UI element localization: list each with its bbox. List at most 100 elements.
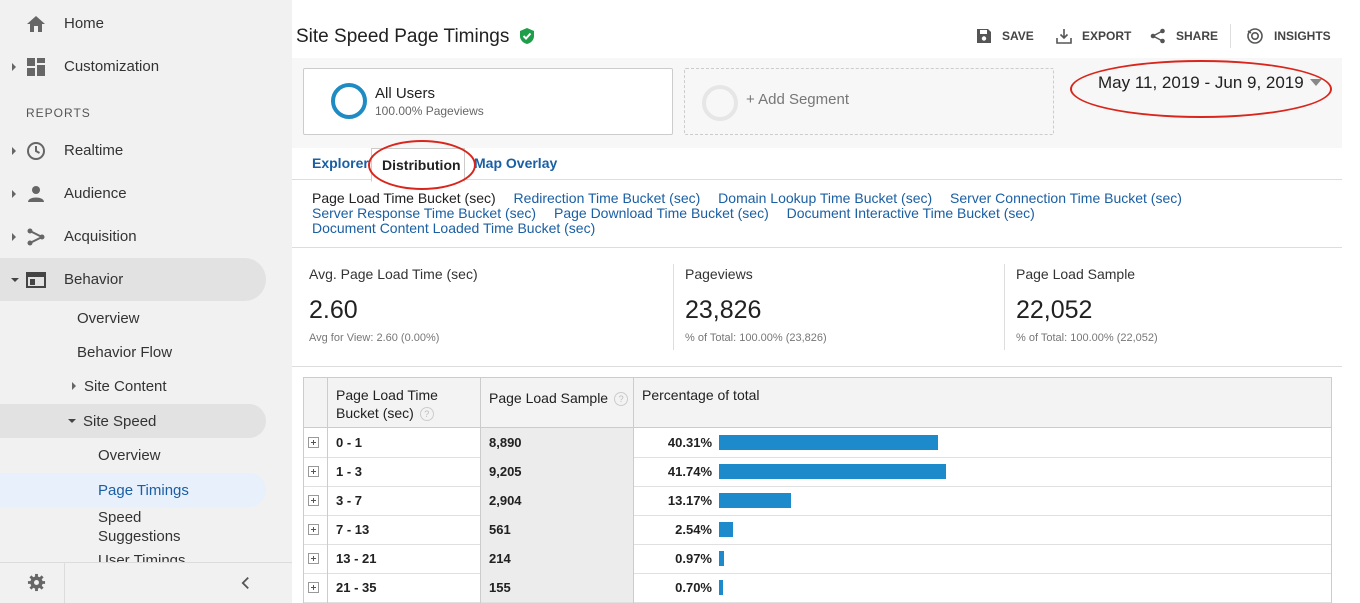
tab-explorer[interactable]: Explorer xyxy=(312,155,369,171)
main-content: Site Speed Page Timings SAVE EXPORT SHAR… xyxy=(292,0,1342,603)
col-header-sample-label: Page Load Sample xyxy=(489,390,609,406)
person-icon xyxy=(28,185,44,202)
cell-sample: 2,904 xyxy=(489,493,522,508)
metric-label: Avg. Page Load Time (sec) xyxy=(309,266,478,282)
export-label: EXPORT xyxy=(1082,29,1132,43)
help-icon[interactable]: ? xyxy=(419,407,434,422)
add-segment-ring-icon xyxy=(702,85,738,121)
gear-icon[interactable] xyxy=(27,573,46,592)
percentage-bar xyxy=(719,580,723,595)
expand-row-icon[interactable] xyxy=(308,582,319,593)
percentage-bar xyxy=(719,522,733,537)
add-segment-label: + Add Segment xyxy=(746,91,849,108)
metric-divider xyxy=(673,264,674,350)
share-button[interactable]: SHARE xyxy=(1150,26,1218,46)
nav-realtime[interactable]: Realtime xyxy=(0,129,292,172)
branch-icon xyxy=(27,228,45,245)
table-row: 13 - 21 214 0.97% xyxy=(304,544,1331,574)
bucket-page-load-time: Page Load Time Bucket (sec) xyxy=(312,190,496,206)
metric-subtext: % of Total: 100.00% (22,052) xyxy=(1016,332,1158,344)
bucket-link[interactable]: Document Content Loaded Time Bucket (sec… xyxy=(312,220,595,236)
insights-button[interactable]: INSIGHTS xyxy=(1246,26,1331,46)
tab-map-overlay[interactable]: Map Overlay xyxy=(474,155,557,171)
home-icon xyxy=(27,15,45,32)
sidebar: Home Customization REPORTS Realtime Audi… xyxy=(0,0,292,603)
expand-row-icon[interactable] xyxy=(308,524,319,535)
distribution-table: Page Load Time Bucket (sec)? Page Load S… xyxy=(303,377,1332,603)
reports-section-label: REPORTS xyxy=(26,106,91,120)
sidebar-footer xyxy=(0,562,292,603)
cell-bucket[interactable]: 1 - 3 xyxy=(336,464,362,479)
cell-percentage: 40.31% xyxy=(667,435,712,450)
caret-right-icon xyxy=(72,382,76,390)
save-button[interactable]: SAVE xyxy=(976,26,1034,46)
percentage-bar xyxy=(719,435,939,450)
chevron-left-icon[interactable] xyxy=(241,576,250,590)
bucket-link[interactable]: Server Connection Time Bucket (sec) xyxy=(950,190,1182,206)
percentage-bar xyxy=(719,493,791,508)
cell-bucket[interactable]: 21 - 35 xyxy=(336,580,376,595)
expand-row-icon[interactable] xyxy=(308,553,319,564)
cell-bucket[interactable]: 13 - 21 xyxy=(336,551,376,566)
col-divider xyxy=(327,378,328,603)
expand-row-icon[interactable] xyxy=(308,495,319,506)
segment-name: All Users xyxy=(375,85,436,102)
expand-row-icon[interactable] xyxy=(308,437,319,448)
metric-value: 23,826 xyxy=(685,296,762,324)
nav-behavior-overview[interactable]: Overview xyxy=(77,302,140,334)
window-icon xyxy=(26,271,46,288)
bucket-link[interactable]: Redirection Time Bucket (sec) xyxy=(514,190,701,206)
percentage-bar xyxy=(719,551,725,566)
verified-shield-icon xyxy=(520,28,534,44)
nav-site-content[interactable]: Site Content xyxy=(70,370,167,402)
bucket-link[interactable]: Document Interactive Time Bucket (sec) xyxy=(787,205,1035,221)
nav-behavior-flow[interactable]: Behavior Flow xyxy=(77,336,172,368)
nav-user-timings-partial[interactable]: User Timings xyxy=(98,552,186,562)
table-row: 0 - 1 8,890 40.31% xyxy=(304,428,1331,458)
cell-sample: 561 xyxy=(489,522,511,537)
nav-customization-label: Customization xyxy=(64,58,160,75)
cell-percentage: 2.54% xyxy=(675,522,712,537)
cell-sample: 155 xyxy=(489,580,511,595)
cell-percentage: 0.97% xyxy=(675,551,712,566)
bucket-link[interactable]: Server Response Time Bucket (sec) xyxy=(312,205,536,221)
col-header-bucket-line1: Page Load Time xyxy=(336,387,438,403)
nav-realtime-label: Realtime xyxy=(64,142,124,159)
nav-acquisition[interactable]: Acquisition xyxy=(0,215,292,258)
cell-bucket[interactable]: 7 - 13 xyxy=(336,522,369,537)
table-header: Page Load Time Bucket (sec)? Page Load S… xyxy=(304,378,1331,428)
bucket-link[interactable]: Domain Lookup Time Bucket (sec) xyxy=(718,190,932,206)
help-icon[interactable]: ? xyxy=(614,392,629,407)
metric-value: 22,052 xyxy=(1016,296,1093,324)
segment-all-users[interactable]: All Users 100.00% Pageviews xyxy=(303,68,673,135)
nav-speed-suggestions[interactable]: Speed Suggestions xyxy=(98,508,218,546)
share-icon xyxy=(1150,28,1165,44)
dashboard-grid-icon xyxy=(27,57,45,76)
nav-home[interactable]: Home xyxy=(0,2,292,45)
date-range-annotation-oval xyxy=(1070,60,1332,118)
nav-page-timings[interactable]: Page Timings xyxy=(98,474,189,506)
cell-bucket[interactable]: 3 - 7 xyxy=(336,493,362,508)
insights-icon xyxy=(1247,28,1263,44)
download-icon xyxy=(1056,29,1072,44)
nav-home-label: Home xyxy=(64,15,105,32)
nav-site-content-label: Site Content xyxy=(84,377,167,395)
export-button[interactable]: EXPORT xyxy=(1056,26,1131,46)
expand-row-icon[interactable] xyxy=(308,466,319,477)
cell-bucket[interactable]: 0 - 1 xyxy=(336,435,362,450)
caret-down-icon xyxy=(11,277,19,282)
nav-audience[interactable]: Audience xyxy=(0,172,292,215)
col-header-bucket-line2: Bucket (sec) xyxy=(336,405,414,421)
cell-sample: 214 xyxy=(489,551,511,566)
nav-speed-overview[interactable]: Overview xyxy=(98,439,161,471)
save-label: SAVE xyxy=(1002,29,1034,43)
nav-behavior[interactable]: Behavior xyxy=(0,258,292,301)
metric-label: Pageviews xyxy=(685,266,753,282)
add-segment-button[interactable]: + Add Segment xyxy=(684,68,1054,135)
nav-customization[interactable]: Customization xyxy=(0,45,292,88)
cell-sample: 9,205 xyxy=(489,464,522,479)
metric-subtext: % of Total: 100.00% (23,826) xyxy=(685,332,827,344)
footer-divider xyxy=(64,563,65,603)
nav-site-speed[interactable]: Site Speed xyxy=(67,405,156,437)
bucket-link[interactable]: Page Download Time Bucket (sec) xyxy=(554,205,769,221)
